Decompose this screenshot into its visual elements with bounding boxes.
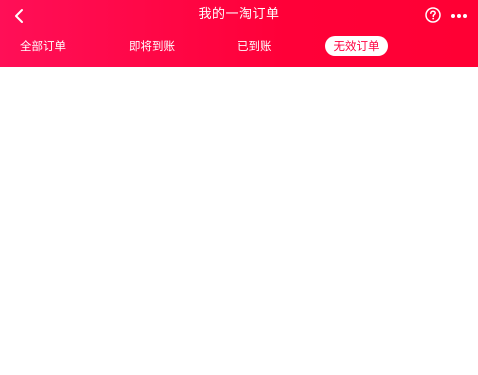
order-list-empty	[0, 67, 478, 375]
help-button[interactable]	[425, 7, 441, 23]
tab-invalid-orders[interactable]: 无效订单	[325, 36, 388, 56]
more-dots-icon	[451, 14, 467, 18]
tab-arrived[interactable]: 已到账	[237, 36, 272, 56]
tab-all-orders[interactable]: 全部订单	[20, 36, 66, 56]
page-title: 我的一淘订单	[198, 7, 280, 22]
question-circle-icon	[425, 7, 441, 23]
order-tabs: 全部订单 即将到账 已到账 无效订单	[0, 36, 478, 58]
tab-coming-soon[interactable]: 即将到账	[129, 36, 175, 56]
top-bar: 我的一淘订单 全部订单 即将到账 已到账 无效订单	[0, 0, 478, 67]
more-button[interactable]	[450, 8, 468, 22]
